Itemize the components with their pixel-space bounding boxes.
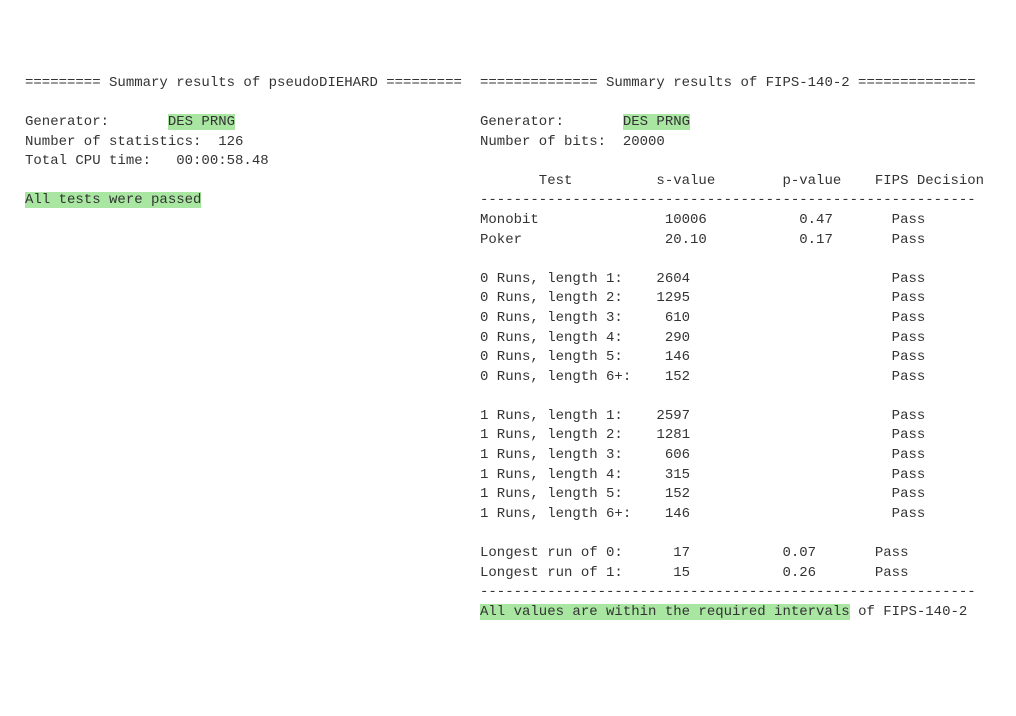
right-summary-highlight: All values are within the required inter… xyxy=(480,604,850,620)
left-cpu: Total CPU time: 00:00:58.48 xyxy=(25,153,269,169)
left-generator-value: DES PRNG xyxy=(168,114,235,130)
left-header: ========= Summary results of pseudoDIEHA… xyxy=(25,75,462,91)
right-header: ============== Summary results of FIPS-1… xyxy=(480,75,976,91)
right-bits: Number of bits: 20000 xyxy=(480,134,665,150)
left-passed-msg: All tests were passed xyxy=(25,192,201,208)
right-separator: ----------------------------------------… xyxy=(480,192,976,208)
right-columns: Test s-value p-value FIPS Decision xyxy=(480,173,984,189)
left-stats: Number of statistics: 126 xyxy=(25,134,243,150)
right-summary-tail: of FIPS-140-2 xyxy=(850,604,968,620)
pseudodiehard-panel: ========= Summary results of pseudoDIEHA… xyxy=(25,74,480,623)
left-generator-label: Generator: xyxy=(25,114,168,130)
right-generator-value: DES PRNG xyxy=(623,114,690,130)
right-rows: Monobit 10006 0.47 Pass Poker 20.10 0.17… xyxy=(480,212,925,581)
right-separator2: ----------------------------------------… xyxy=(480,584,976,600)
right-generator-label: Generator: xyxy=(480,114,623,130)
fips-panel: ============== Summary results of FIPS-1… xyxy=(480,74,991,623)
